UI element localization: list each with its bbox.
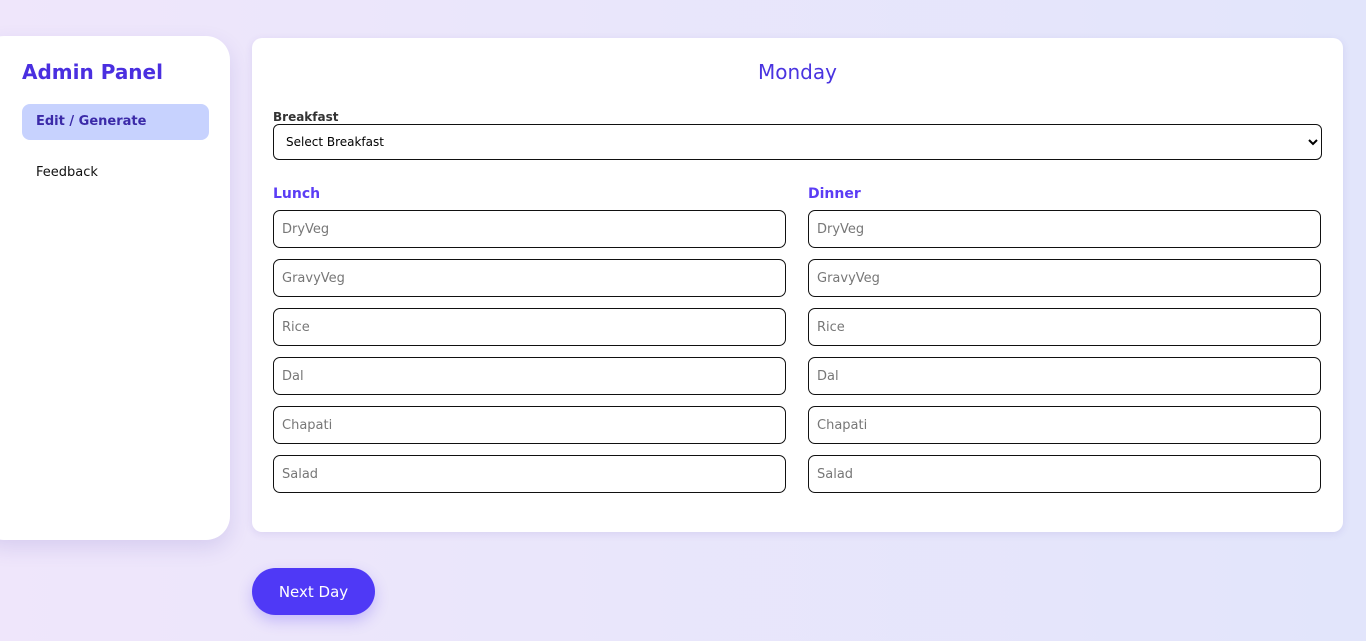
day-menu-card: Monday Breakfast Select Breakfast Lunch … [252,38,1343,532]
lunch-salad-input[interactable] [273,455,786,493]
dinner-dryveg-input[interactable] [808,210,1321,248]
dinner-dal-input[interactable] [808,357,1321,395]
lunch-heading: Lunch [273,186,321,202]
dinner-gravyveg-input[interactable] [808,259,1321,297]
dinner-column: Dinner [808,186,1321,504]
lunch-dryveg-input[interactable] [273,210,786,248]
lunch-gravyveg-input[interactable] [273,259,786,297]
next-day-button[interactable]: Next Day [252,568,375,615]
breakfast-select[interactable]: Select Breakfast [273,124,1322,160]
dinner-rice-input[interactable] [808,308,1321,346]
sidebar-title: Admin Panel [22,60,163,84]
dinner-chapati-input[interactable] [808,406,1321,444]
sidebar-item-feedback[interactable]: Feedback [22,155,209,191]
dinner-salad-input[interactable] [808,455,1321,493]
lunch-chapati-input[interactable] [273,406,786,444]
dinner-heading: Dinner [808,186,861,202]
lunch-dal-input[interactable] [273,357,786,395]
sidebar: Admin Panel Edit / Generate Feedback [0,36,230,540]
sidebar-item-edit-generate[interactable]: Edit / Generate [22,104,209,140]
day-title: Monday [758,60,837,84]
lunch-rice-input[interactable] [273,308,786,346]
lunch-column: Lunch [273,186,786,504]
